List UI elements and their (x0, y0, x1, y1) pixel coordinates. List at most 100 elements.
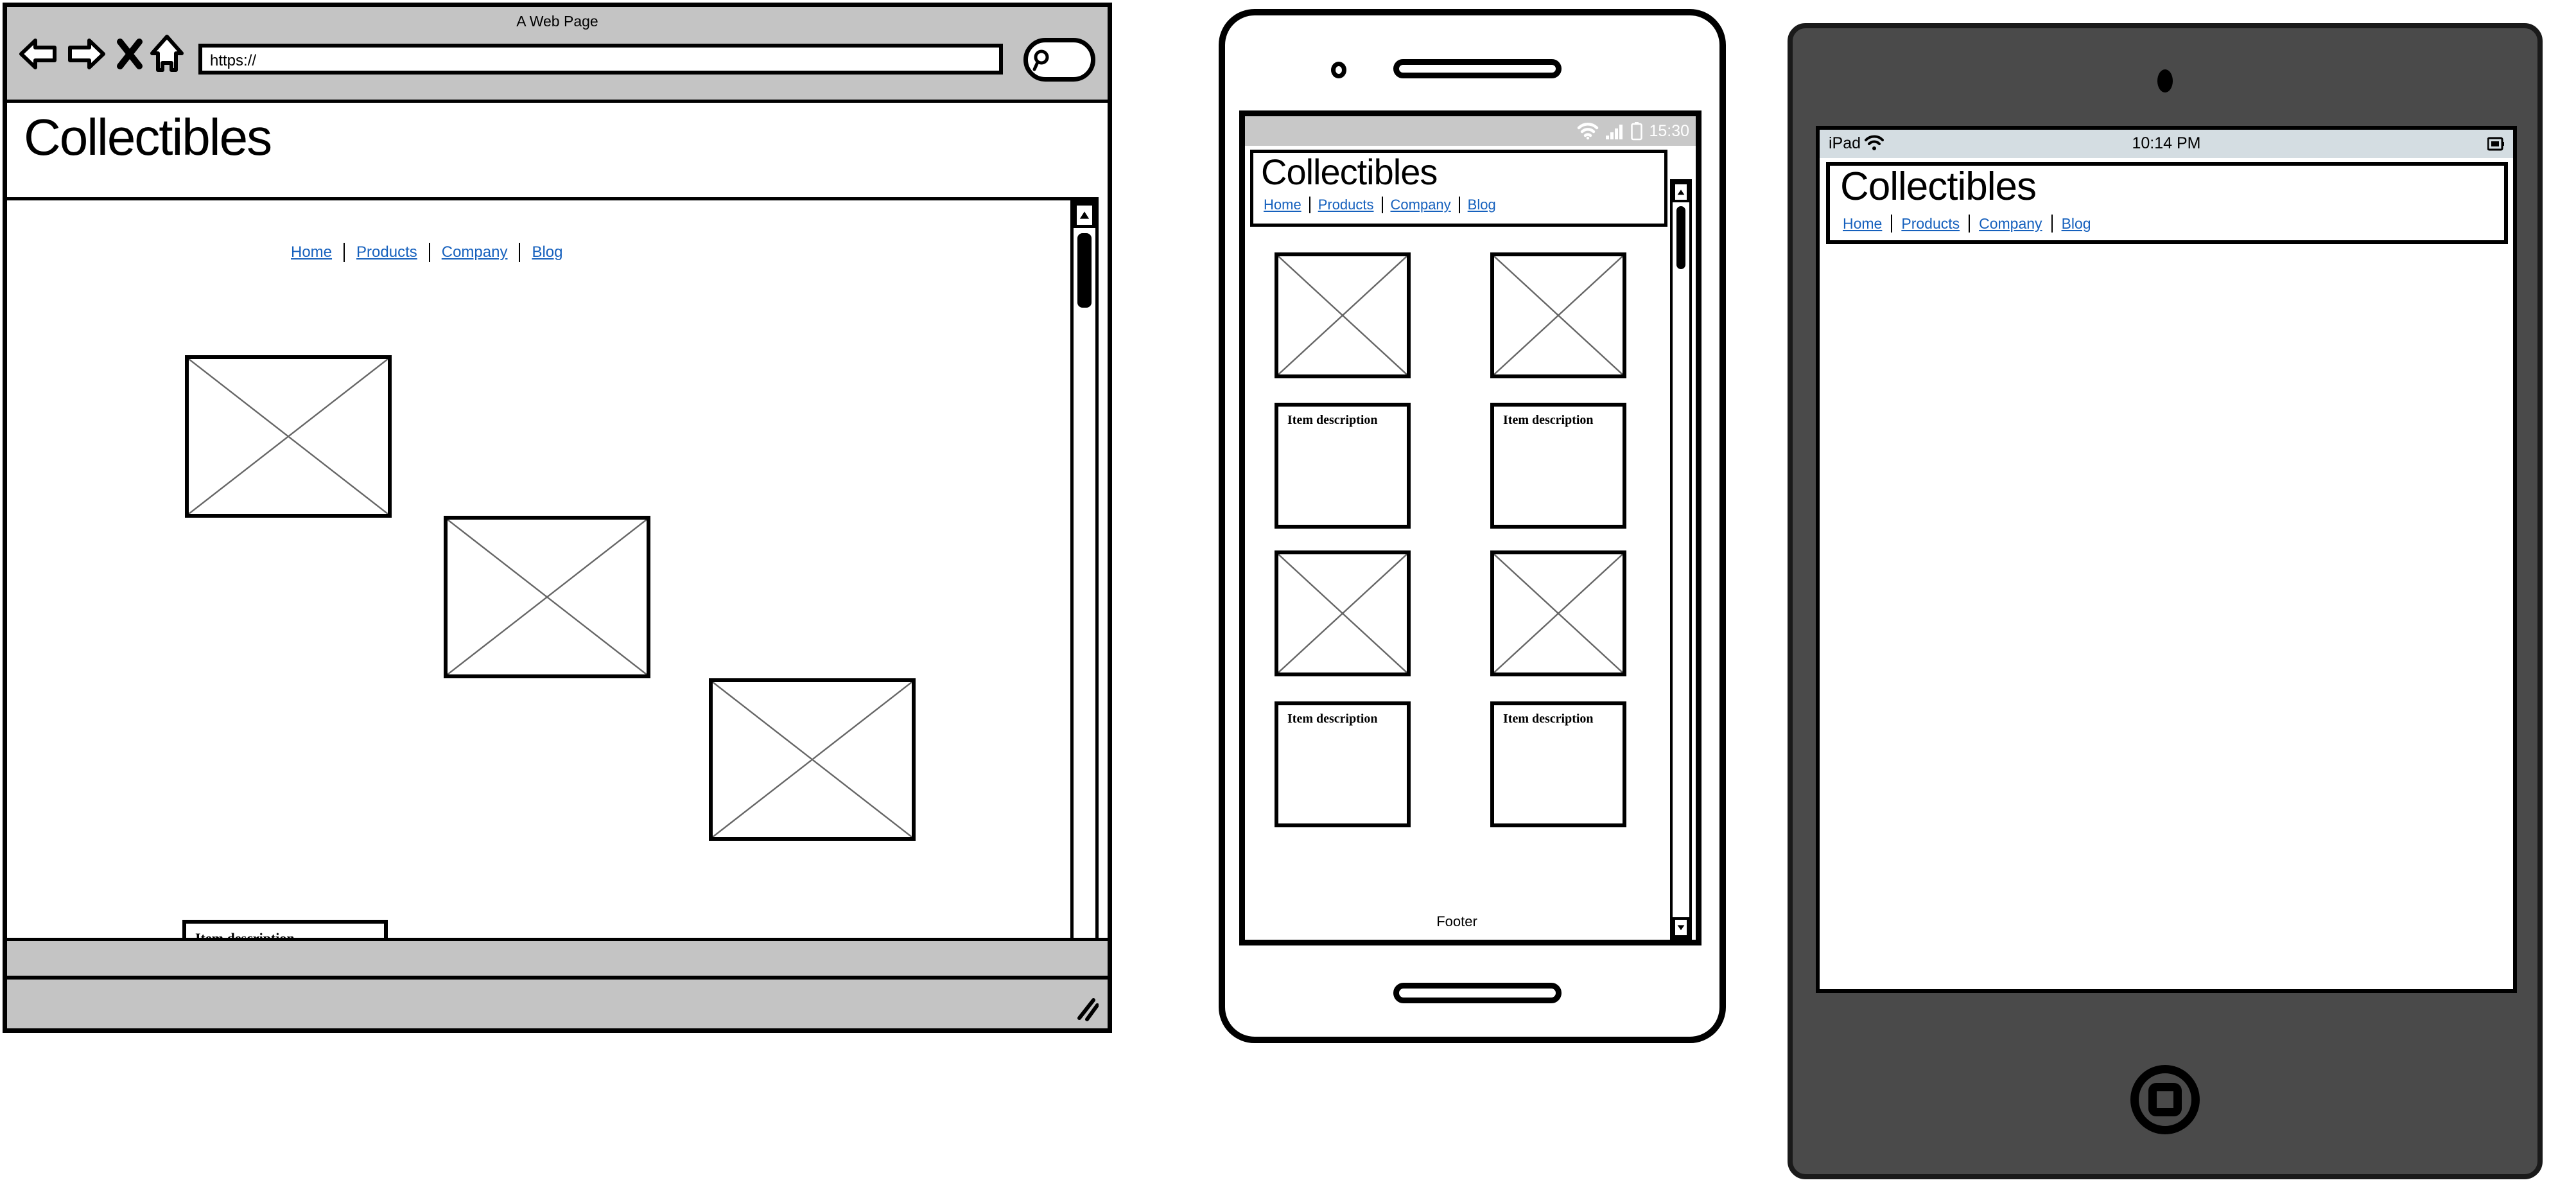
page-header: Collectibles Home Products Company Blog (1250, 150, 1667, 227)
desktop-browser-window: A Web Page https:// Collectibles Home Pr… (3, 3, 1112, 1033)
tablet-clock: 10:14 PM (2132, 134, 2201, 152)
phone-device-frame: 15:30 Collectibles Home Products Company… (1219, 9, 1726, 1043)
nav-divider (1969, 215, 1971, 233)
tablet-device-frame: iPad 10:14 PM Collectibles Home Products (1788, 23, 2543, 1179)
phone-status-bar: 15:30 (1245, 116, 1696, 146)
image-placeholder-x-icon (1494, 256, 1623, 374)
nav-divider (1309, 197, 1310, 213)
nav-link-home[interactable]: Home (291, 243, 332, 261)
url-input[interactable]: https:// (198, 44, 1003, 75)
item-image-placeholder[interactable] (709, 678, 916, 841)
nav-link-products[interactable]: Products (1901, 215, 1960, 233)
nav-link-home[interactable]: Home (1264, 197, 1301, 213)
nav-link-blog[interactable]: Blog (2062, 215, 2091, 233)
item-image-placeholder[interactable] (185, 355, 392, 518)
chevron-down-icon (1677, 925, 1685, 931)
nav-divider (1381, 197, 1383, 213)
browser-status-bar (7, 976, 1108, 1028)
item-image-placeholder[interactable] (1490, 550, 1626, 676)
nav-link-company[interactable]: Company (442, 243, 508, 261)
url-text: https:// (210, 52, 257, 69)
search-icon (1032, 49, 1049, 71)
tablet-empty-content-area (1820, 248, 2513, 989)
nav-link-company[interactable]: Company (1391, 197, 1451, 213)
item-description-box[interactable]: Item description (1490, 701, 1626, 827)
nav-divider (519, 243, 521, 262)
tablet-camera-icon (2157, 69, 2173, 92)
resize-grip-icon[interactable] (1073, 994, 1099, 1022)
phone-camera-icon (1331, 62, 1346, 78)
phone-screen: 15:30 Collectibles Home Products Company… (1239, 110, 1701, 945)
scroll-up-button[interactable] (1673, 182, 1689, 202)
phone-home-button[interactable] (1393, 983, 1562, 1003)
main-nav: Home Products Company Blog (1843, 215, 2091, 233)
page-header: Collectibles (7, 103, 1099, 200)
scrollbar-thumb[interactable] (1077, 233, 1092, 308)
main-nav: Home Products Company Blog (1264, 197, 1496, 213)
scroll-up-button[interactable] (1074, 202, 1095, 228)
nav-divider (428, 243, 430, 262)
stop-button[interactable] (115, 35, 144, 76)
chevron-up-icon (1079, 211, 1090, 219)
signal-bars-icon (1606, 125, 1623, 139)
forward-arrow-icon (68, 39, 105, 69)
nav-divider (344, 243, 345, 262)
item-description-box[interactable]: Item description (182, 920, 388, 941)
search-button[interactable] (1023, 38, 1095, 82)
item-description-label: Item description (1287, 712, 1378, 726)
nav-divider (1891, 215, 1893, 233)
vertical-scrollbar[interactable] (1670, 179, 1692, 940)
phone-clock: 15:30 (1649, 121, 1689, 140)
item-image-placeholder[interactable] (1275, 550, 1411, 676)
chevron-up-icon (1677, 189, 1685, 195)
nav-link-home[interactable]: Home (1843, 215, 1882, 233)
wifi-icon (1578, 123, 1599, 140)
tablet-home-button[interactable] (2130, 1065, 2200, 1134)
phone-page-content: Collectibles Home Products Company Blog (1245, 146, 1696, 940)
browser-chrome: A Web Page https:// (7, 7, 1108, 100)
battery-icon (1631, 122, 1643, 141)
back-button[interactable] (19, 35, 58, 76)
item-description-box[interactable]: Item description (1490, 403, 1626, 529)
tablet-screen: iPad 10:14 PM Collectibles Home Products (1816, 126, 2517, 993)
item-image-placeholder[interactable] (1275, 252, 1411, 378)
image-placeholder-x-icon (713, 682, 912, 837)
nav-link-products[interactable]: Products (1318, 197, 1374, 213)
scrollbar-thumb[interactable] (1676, 206, 1685, 269)
close-icon (117, 39, 143, 69)
main-nav: Home Products Company Blog (291, 243, 563, 262)
item-description-box[interactable]: Item description (1275, 403, 1411, 529)
nav-link-products[interactable]: Products (356, 243, 417, 261)
vertical-scrollbar[interactable] (1070, 199, 1099, 938)
image-placeholder-x-icon (1494, 554, 1623, 673)
page-footer: Footer (1436, 913, 1477, 929)
item-description-label: Item description (1503, 413, 1594, 427)
home-button[interactable] (148, 33, 186, 78)
item-image-placeholder[interactable] (1490, 252, 1626, 378)
image-placeholder-x-icon (189, 359, 388, 514)
forward-button[interactable] (66, 35, 106, 76)
phone-speaker-grille (1393, 59, 1562, 78)
window-title: A Web Page (516, 13, 598, 30)
home-icon (150, 35, 184, 72)
item-image-placeholder[interactable] (444, 516, 650, 678)
item-description-label: Item description (1503, 712, 1594, 726)
image-placeholder-x-icon (1278, 554, 1407, 673)
nav-divider (2051, 215, 2053, 233)
image-placeholder-x-icon (448, 520, 647, 674)
page-title: Collectibles (24, 109, 272, 166)
browser-viewport: Collectibles Home Products Company Blog (7, 100, 1108, 941)
page-header: Collectibles Home Products Company Blog (1826, 162, 2508, 244)
back-arrow-icon (19, 39, 57, 69)
scroll-down-button[interactable] (1673, 917, 1689, 938)
phone-status-icons: 15:30 (1577, 116, 1689, 146)
item-description-label: Item description (195, 930, 295, 941)
nav-link-blog[interactable]: Blog (1468, 197, 1496, 213)
nav-link-company[interactable]: Company (1979, 215, 2042, 233)
nav-link-blog[interactable]: Blog (532, 243, 562, 261)
page-title: Collectibles (1261, 152, 1438, 192)
tablet-page-content: Collectibles Home Products Company Blog (1820, 158, 2513, 989)
battery-icon (2487, 137, 2504, 151)
item-description-box[interactable]: Item description (1275, 701, 1411, 827)
item-description-label: Item description (1287, 413, 1378, 427)
